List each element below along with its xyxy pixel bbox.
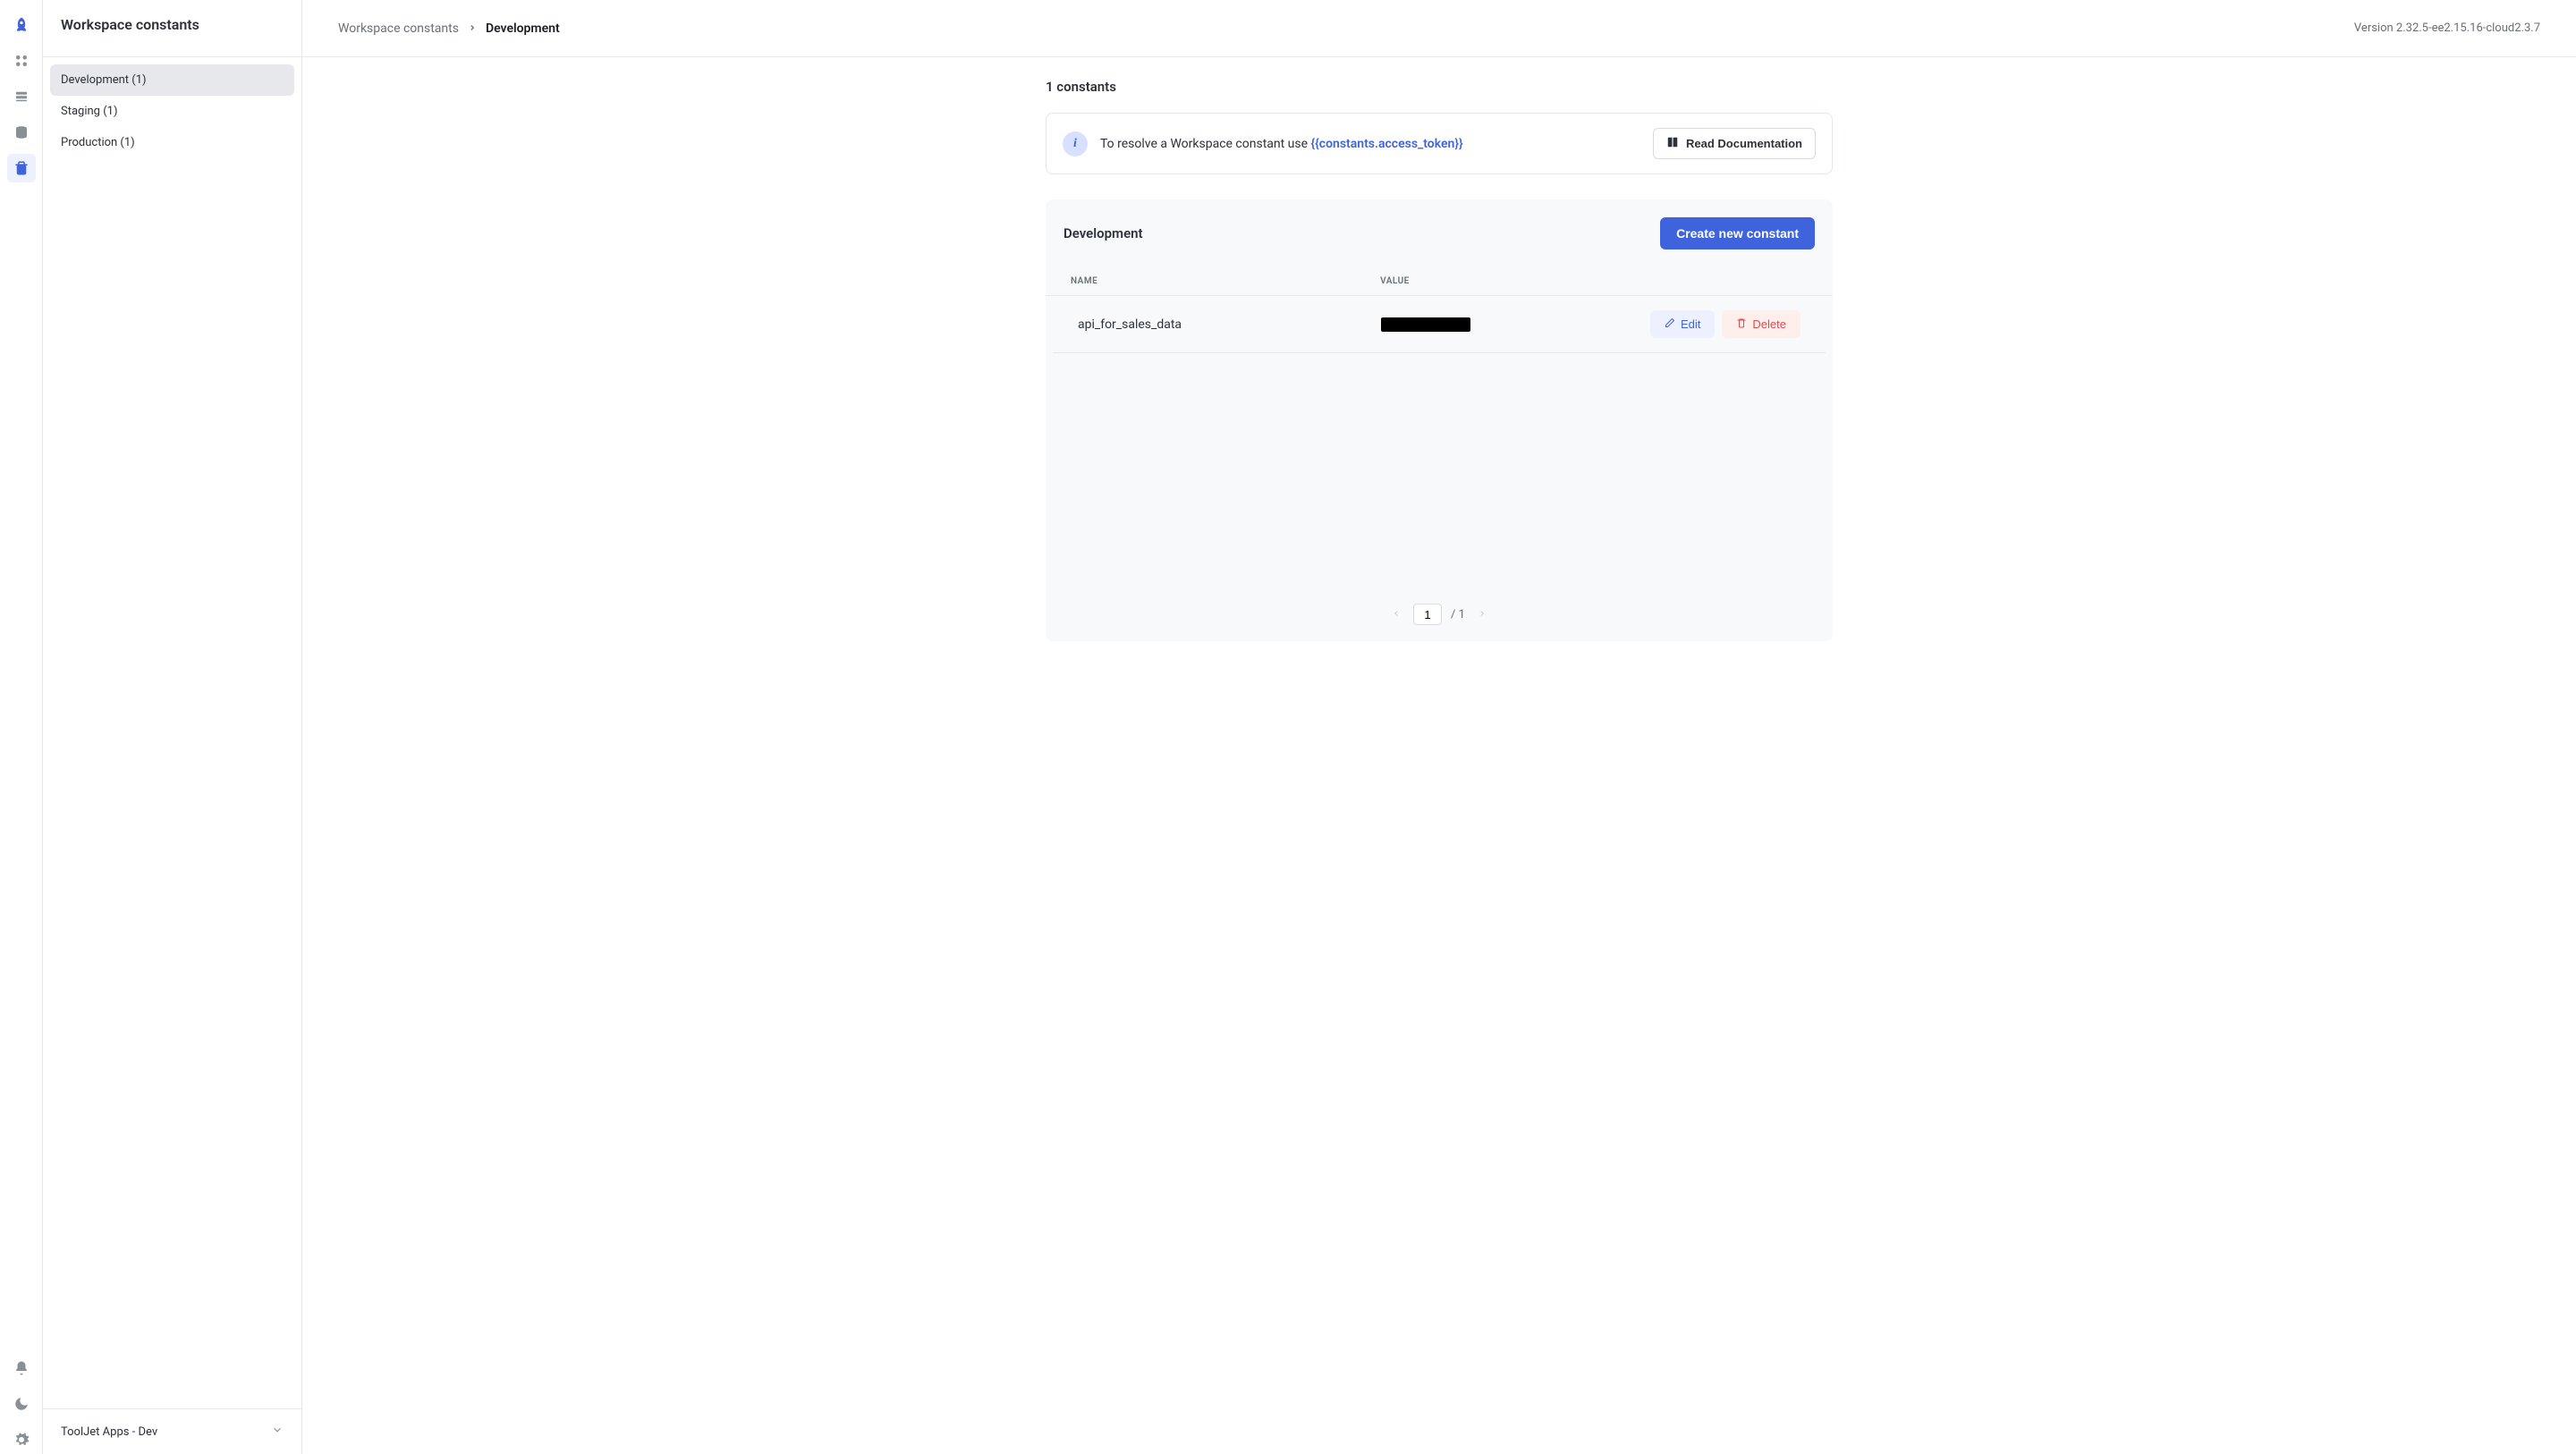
chevron-right-icon — [468, 22, 477, 35]
constants-icon[interactable] — [7, 154, 36, 182]
info-icon: i — [1063, 131, 1088, 156]
sidebar-title: Workspace constants — [61, 16, 199, 35]
table-header: NAME VALUE — [1046, 267, 1833, 296]
environment-list: Development (1) Staging (1) Production (… — [43, 57, 301, 1408]
pagination: / 1 — [1046, 353, 1833, 625]
breadcrumb-current: Development — [486, 21, 560, 36]
book-icon — [1666, 136, 1679, 151]
info-text: To resolve a Workspace constant use {{co… — [1100, 137, 1640, 151]
moon-icon[interactable] — [7, 1390, 36, 1418]
env-item-staging[interactable]: Staging (1) — [50, 96, 294, 127]
top-header: Workspace constants Development Version … — [302, 0, 2576, 57]
card-title: Development — [1063, 225, 1143, 241]
info-token: {{constants.access_token}} — [1311, 137, 1463, 151]
version-label: Version 2.32.5-ee2.15.16-cloud2.3.7 — [2354, 21, 2540, 35]
workspace-name: ToolJet Apps - Dev — [61, 1425, 157, 1439]
env-item-production[interactable]: Production (1) — [50, 127, 294, 158]
secondary-sidebar: Workspace constants Development (1) Stag… — [43, 0, 302, 1454]
delete-button[interactable]: Delete — [1722, 310, 1801, 338]
breadcrumb-root[interactable]: Workspace constants — [338, 21, 459, 36]
page-input[interactable] — [1413, 604, 1442, 625]
breadcrumb: Workspace constants Development — [338, 21, 560, 36]
gear-icon[interactable] — [7, 1425, 36, 1454]
page-next-icon[interactable] — [1474, 604, 1490, 624]
icon-rail — [0, 0, 43, 1454]
rocket-icon[interactable] — [7, 11, 36, 39]
constants-count: 1 constants — [1046, 79, 1833, 95]
workspace-switcher[interactable]: ToolJet Apps - Dev — [43, 1408, 301, 1454]
redacted-value — [1381, 317, 1470, 332]
apps-icon[interactable] — [7, 46, 36, 75]
bell-icon[interactable] — [7, 1354, 36, 1382]
read-docs-button[interactable]: Read Documentation — [1653, 128, 1816, 159]
edit-button[interactable]: Edit — [1650, 310, 1715, 338]
constants-card: Development Create new constant NAME VAL… — [1046, 199, 1833, 641]
create-constant-button[interactable]: Create new constant — [1660, 217, 1815, 249]
row-value — [1381, 317, 1597, 332]
database-icon[interactable] — [7, 82, 36, 111]
trash-icon — [1736, 317, 1747, 331]
page-prev-icon[interactable] — [1388, 604, 1404, 624]
col-header-value: VALUE — [1380, 276, 1601, 286]
page-total: / 1 — [1451, 608, 1465, 621]
chevron-down-icon — [271, 1424, 284, 1440]
info-banner: i To resolve a Workspace constant use {{… — [1046, 113, 1833, 174]
table-row: api_for_sales_data Edit — [1053, 296, 1826, 353]
col-header-name: NAME — [1071, 276, 1380, 286]
edit-icon — [1665, 317, 1675, 331]
env-item-development[interactable]: Development (1) — [50, 64, 294, 96]
row-name: api_for_sales_data — [1078, 317, 1381, 332]
datasource-icon[interactable] — [7, 118, 36, 147]
